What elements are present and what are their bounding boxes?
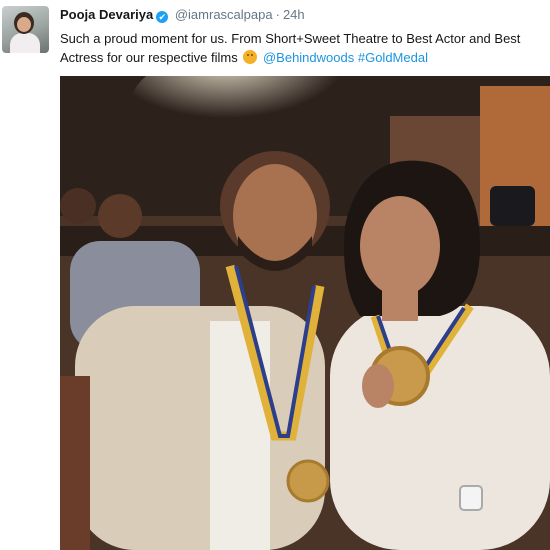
verified-badge-icon: ✔ <box>156 11 169 23</box>
tweet-photo[interactable] <box>60 76 550 550</box>
author-name[interactable]: Pooja Devariya <box>60 7 153 22</box>
mention-link[interactable]: @Behindwoods <box>263 50 354 65</box>
separator-dot: · <box>275 7 280 22</box>
tweet-text-line2: Actress for our respective films <box>60 50 238 65</box>
tweet-header: Pooja Devariya ✔ @iamrascalpapa · 24h <box>60 7 305 23</box>
tweet-text-line1: Such a proud moment for us. From Short+S… <box>60 31 521 46</box>
author-handle[interactable]: @iamrascalpapa <box>175 7 273 22</box>
smiling-face-icon <box>243 50 258 64</box>
author-avatar[interactable] <box>2 6 49 53</box>
tweet-card: Pooja Devariya ✔ @iamrascalpapa · 24h Such … <box>0 0 550 550</box>
tweet-text: Such a proud moment for us. From Short+S… <box>60 29 550 67</box>
photo-illustration <box>60 76 550 550</box>
tweet-timestamp[interactable]: 24h <box>283 7 305 22</box>
avatar-figure-body <box>10 33 40 53</box>
avatar-figure-face <box>17 17 31 32</box>
hashtag-link[interactable]: #GoldMedal <box>358 50 428 65</box>
